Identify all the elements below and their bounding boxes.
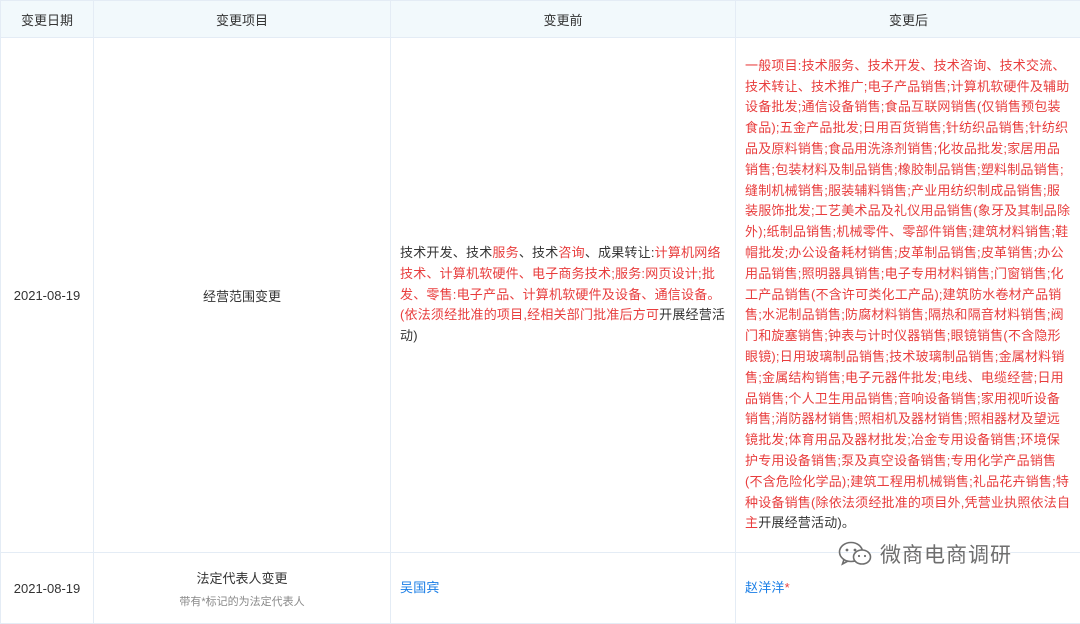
header-change-item: 变更项目 bbox=[94, 1, 391, 38]
legal-rep-note: 带有*标记的为法定代表人 bbox=[94, 593, 390, 609]
table-row: 2021-08-19 经营范围变更 技术开发、技术服务、技术咨询、成果转让:计算… bbox=[1, 38, 1080, 553]
content-text: 、技术 bbox=[519, 245, 559, 260]
content-text: 、成果转让: bbox=[585, 245, 655, 260]
header-after: 变更后 bbox=[736, 1, 1080, 38]
highlighted-text: 服务 bbox=[492, 245, 518, 260]
before-content: 技术开发、技术服务、技术咨询、成果转让:计算机网络技术、计算机软硬件、电子商务技… bbox=[391, 38, 736, 553]
content-text: 开展经营活动)。 bbox=[758, 515, 855, 530]
highlighted-text: 一般项目:技术服务、技术开发、技术咨询、技术交流、技术转让、技术推广;电子产品销… bbox=[745, 58, 1070, 531]
change-date: 2021-08-19 bbox=[1, 38, 94, 553]
watermark: 微商电商调研 bbox=[838, 541, 1012, 567]
change-date: 2021-08-19 bbox=[1, 553, 94, 624]
highlighted-text: * bbox=[785, 580, 790, 595]
person-link[interactable]: 吴国宾 bbox=[400, 580, 440, 595]
change-item-cell: 法定代表人变更 带有*标记的为法定代表人 bbox=[94, 553, 391, 624]
before-content: 吴国宾 bbox=[391, 553, 736, 624]
header-change-date: 变更日期 bbox=[1, 1, 94, 38]
wechat-icon bbox=[838, 541, 872, 567]
watermark-text: 微商电商调研 bbox=[880, 539, 1012, 569]
person-link[interactable]: 赵洋洋 bbox=[745, 580, 785, 595]
table-header-row: 变更日期 变更项目 变更前 变更后 bbox=[1, 1, 1080, 38]
content-text: 技术开发、技术 bbox=[400, 245, 492, 260]
header-before: 变更前 bbox=[391, 1, 736, 38]
highlighted-text: 咨询 bbox=[558, 245, 584, 260]
change-item: 经营范围变更 bbox=[94, 38, 391, 553]
after-content: 一般项目:技术服务、技术开发、技术咨询、技术交流、技术转让、技术推广;电子产品销… bbox=[736, 38, 1080, 553]
change-record-table: 变更日期 变更项目 变更前 变更后 2021-08-19 经营范围变更 技术开发… bbox=[0, 0, 1080, 624]
change-item: 法定代表人变更 bbox=[196, 571, 287, 586]
